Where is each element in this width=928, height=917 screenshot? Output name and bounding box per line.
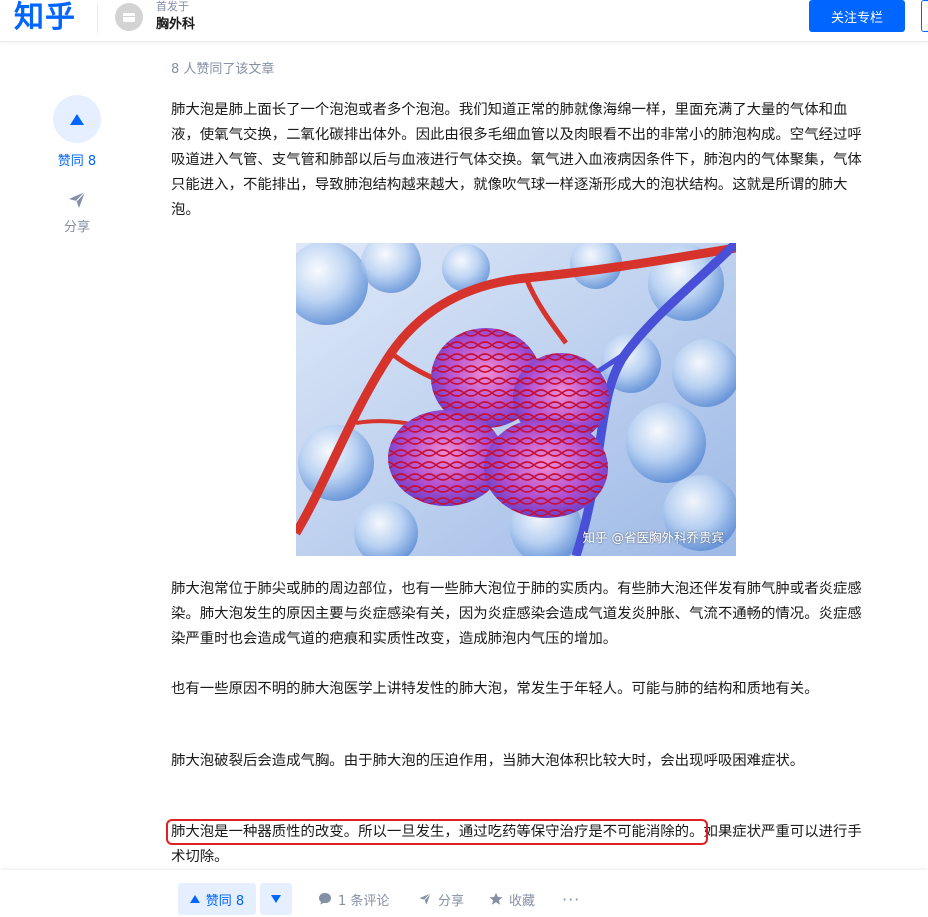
first-published-label: 首发于: [156, 0, 189, 13]
bottom-action-bar: 赞同 8 1 条评论 分享 收藏 ···: [0, 870, 928, 917]
share-icon[interactable]: [67, 190, 87, 210]
favorite-button[interactable]: 收藏: [489, 883, 535, 915]
side-vote-up-button[interactable]: [53, 95, 101, 143]
favorite-label: 收藏: [509, 893, 536, 909]
zhihu-logo[interactable]: 知乎: [14, 0, 76, 36]
top-header: 知乎 首发于 胸外科 关注专栏: [0, 0, 928, 42]
column-icon: [123, 13, 135, 22]
column-icon-line: [123, 16, 135, 17]
share-label: 分享: [438, 893, 465, 909]
header-divider: [97, 4, 98, 34]
comment-label: 1 条评论: [338, 893, 390, 909]
more-options-button[interactable]: ···: [562, 883, 580, 915]
follow-column-button[interactable]: 关注专栏: [809, 0, 905, 32]
likers-summary[interactable]: 8 人赞同了该文章: [171, 58, 274, 77]
article-paragraph: 肺大泡常位于肺尖或肺的周边部位，也有一些肺大泡位于肺的实质内。有些肺大泡还伴发有…: [171, 581, 862, 647]
vote-down-button[interactable]: [260, 883, 292, 915]
share-icon: [419, 893, 431, 905]
vote-up-button[interactable]: 赞同 8: [178, 883, 256, 915]
article-paragraph: 肺大泡是肺上面长了一个泡泡或者多个泡泡。我们知道正常的肺就像海绵一样，里面充满了…: [171, 102, 862, 218]
write-article-button[interactable]: [921, 0, 928, 32]
comment-icon: [319, 893, 331, 905]
triangle-up-icon: [70, 113, 84, 125]
column-avatar[interactable]: [115, 3, 143, 31]
share-button[interactable]: 分享: [418, 883, 464, 915]
article-paragraph: 肺大泡是一种器质性的改变。所以一旦发生，通过吃药等保守治疗是不可能消除的。如果症…: [165, 819, 866, 870]
article-paragraph: 肺大泡破裂后会造成气胸。由于肺大泡的压迫作用，当肺大泡体积比较大时，会出现呼吸困…: [171, 753, 805, 769]
article-paragraph: 也有一些原因不明的肺大泡医学上讲特发性的肺大泡，常发生于年轻人。可能与肺的结构和…: [171, 681, 819, 697]
triangle-down-icon: [271, 895, 281, 903]
comment-button[interactable]: 1 条评论: [318, 883, 389, 915]
vote-up-label: 赞同 8: [205, 893, 245, 909]
triangle-up-icon: [189, 895, 200, 903]
highlighted-sentence: 肺大泡是一种器质性的改变。所以一旦发生，通过吃药等保守治疗是不可能消除的。: [165, 819, 709, 845]
image-watermark: 知乎 @省医胸外科乔贵宾: [582, 530, 724, 545]
star-icon: [489, 892, 503, 905]
alveoli-illustration: 知乎 @省医胸外科乔贵宾: [296, 243, 736, 556]
side-vote-count: 赞同 8: [57, 154, 97, 169]
column-name-link[interactable]: 胸外科: [156, 16, 195, 34]
side-share-label[interactable]: 分享: [40, 216, 114, 235]
